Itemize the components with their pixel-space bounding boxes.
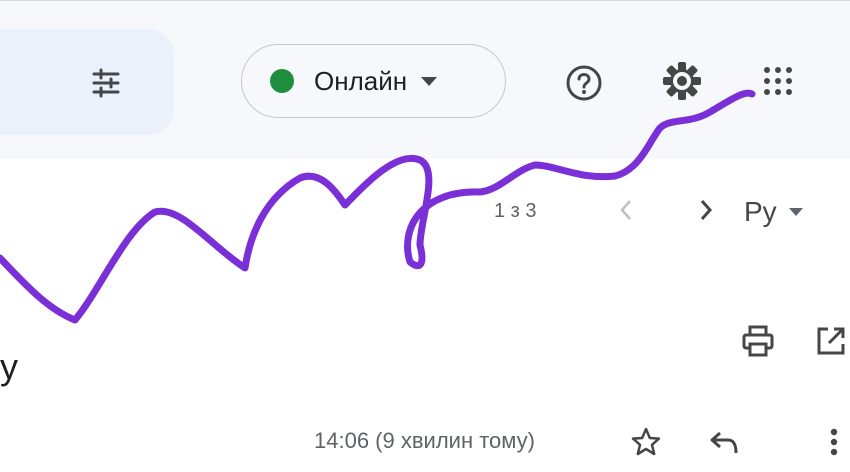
status-label: Онлайн	[314, 65, 408, 96]
chevron-left-icon	[620, 200, 631, 220]
help-circle-icon	[566, 65, 602, 101]
tune-icon	[92, 68, 120, 98]
more-vertical-icon	[830, 428, 838, 456]
print-all-button[interactable]	[735, 318, 781, 364]
chevron-right-icon	[700, 200, 713, 220]
caret-down-icon	[788, 208, 803, 216]
apps-grid-icon	[764, 67, 792, 95]
reply-button[interactable]	[702, 420, 746, 464]
input-language-label: Ру	[744, 196, 777, 227]
input-tools-button[interactable]: Ру	[744, 190, 850, 234]
support-button[interactable]	[556, 55, 612, 111]
settings-button[interactable]	[654, 53, 710, 109]
newer-button[interactable]	[608, 188, 644, 232]
older-button[interactable]	[688, 188, 724, 232]
gear-icon	[663, 62, 701, 100]
status-online-dot	[270, 69, 294, 93]
star-button[interactable]	[624, 420, 668, 464]
search-options-button[interactable]	[80, 57, 132, 109]
google-apps-button[interactable]	[750, 53, 806, 109]
more-options-button[interactable]	[818, 420, 850, 464]
message-timestamp: 14:06 (9 хвилин тому)	[314, 428, 535, 453]
open-in-new-window-button[interactable]	[808, 318, 850, 364]
star-outline-icon	[631, 427, 661, 456]
pagination-count: 1 з 3	[494, 200, 537, 222]
print-icon	[742, 325, 774, 357]
caret-down-icon	[421, 76, 438, 86]
top-bar: Онлайн	[0, 0, 850, 159]
open-in-new-window-icon	[817, 327, 845, 355]
reply-icon	[710, 431, 738, 454]
status-selector[interactable]: Онлайн	[241, 44, 506, 118]
email-subject: у	[0, 346, 18, 387]
